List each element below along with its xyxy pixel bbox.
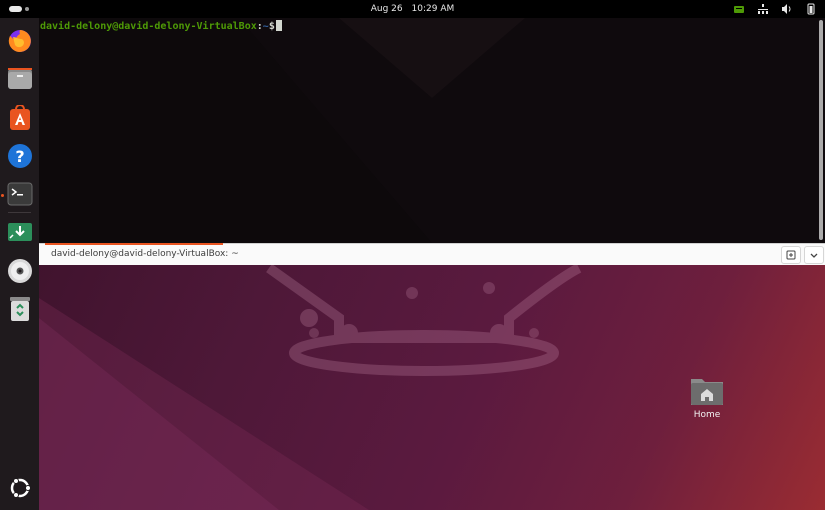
firefox-icon — [8, 29, 31, 52]
terminal-background-art — [39, 18, 525, 243]
install-icon — [7, 222, 32, 241]
terminal-tab[interactable]: david-delony@david-delony-VirtualBox: ~ — [45, 243, 239, 266]
app-center-icon — [9, 104, 30, 130]
system-tray[interactable] — [733, 3, 817, 15]
new-tab-button[interactable] — [781, 246, 801, 264]
desktop-home-folder[interactable]: Home — [683, 375, 731, 420]
top-bar: Aug 26 10:29 AM — [0, 0, 825, 18]
dock-item-terminal[interactable] — [5, 179, 34, 208]
battery-icon[interactable] — [805, 3, 817, 15]
trash-icon — [9, 296, 30, 321]
dock-item-trash[interactable] — [5, 294, 34, 323]
home-folder-icon — [691, 379, 723, 405]
dock-item-files[interactable] — [5, 64, 34, 93]
dock-item-help[interactable]: ? — [5, 141, 34, 170]
keyboard-layout-icon[interactable] — [733, 3, 745, 15]
volume-icon[interactable] — [781, 3, 793, 15]
dock-item-app-center[interactable] — [5, 103, 34, 132]
terminal-running-indicator — [1, 194, 4, 197]
dock-item-installer[interactable] — [5, 217, 34, 246]
ubuntu-logo-icon — [10, 477, 31, 498]
prompt-line[interactable]: david-delony@david-delony-VirtualBox:~$ — [40, 20, 282, 32]
dock-item-firefox[interactable] — [5, 26, 34, 55]
dock: ? — [0, 18, 39, 510]
prompt-sign: $ — [268, 21, 275, 32]
dock-item-disc[interactable] — [5, 256, 34, 285]
tab-menu-button[interactable] — [804, 246, 824, 264]
terminal-icon — [7, 182, 32, 205]
new-tab-icon — [786, 250, 796, 260]
network-icon[interactable] — [757, 3, 769, 15]
tab-active-indicator — [45, 243, 223, 245]
dock-separator — [8, 212, 31, 213]
date-text: Aug 26 — [370, 4, 403, 14]
dock-item-show-apps[interactable] — [5, 473, 34, 502]
terminal-body[interactable]: david-delony@david-delony-VirtualBox:~$ — [39, 18, 825, 243]
disc-icon — [7, 258, 32, 283]
prompt-user: david-delony@david-delony-VirtualBox — [40, 21, 257, 32]
tab-title: david-delony@david-delony-VirtualBox: ~ — [51, 249, 239, 259]
terminal-window[interactable]: david-delony@david-delony-VirtualBox:~$ … — [39, 18, 825, 265]
help-icon: ? — [7, 143, 32, 168]
crown-watermark — [266, 263, 582, 376]
files-icon — [7, 67, 32, 89]
terminal-scrollbar[interactable] — [819, 20, 823, 240]
svg-text:?: ? — [15, 147, 24, 166]
chevron-down-icon — [810, 253, 818, 258]
terminal-header-bar[interactable]: david-delony@david-delony-VirtualBox: ~ — [39, 243, 825, 265]
clock[interactable]: Aug 26 10:29 AM — [0, 4, 825, 14]
home-label: Home — [693, 410, 721, 420]
time-text: 10:29 AM — [411, 4, 455, 14]
text-cursor — [275, 20, 282, 31]
